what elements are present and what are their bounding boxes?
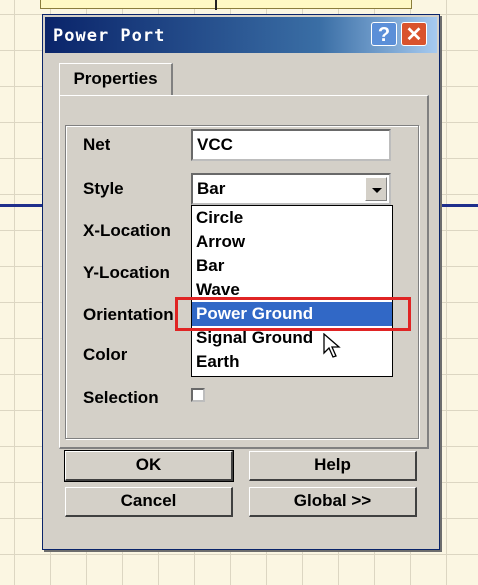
color-label: Color: [83, 345, 128, 364]
orientation-label: Orientation: [83, 305, 174, 324]
style-dropdown-list[interactable]: Circle Arrow Bar Wave Power Ground Signa…: [191, 205, 393, 377]
net-label: Net: [83, 135, 111, 154]
style-label: Style: [83, 179, 124, 198]
tab-properties[interactable]: Properties: [59, 63, 173, 95]
option-arrow[interactable]: Arrow: [192, 230, 392, 254]
option-bar[interactable]: Bar: [192, 254, 392, 278]
x-location-label: X-Location: [83, 221, 171, 240]
annotation-highlight-box: [175, 297, 411, 331]
cancel-button[interactable]: Cancel: [65, 487, 233, 517]
y-location-label: Y-Location: [83, 263, 170, 282]
global-button[interactable]: Global >>: [249, 487, 417, 517]
help-button[interactable]: Help: [249, 451, 417, 481]
chevron-down-icon[interactable]: [365, 177, 387, 201]
schematic-wire-right: [438, 204, 478, 207]
schematic-component: [40, 0, 412, 9]
title-bar[interactable]: Power Port ? ✕: [45, 17, 437, 53]
style-value: Bar: [197, 179, 226, 198]
net-field[interactable]: VCC: [191, 129, 391, 161]
ok-button[interactable]: OK: [64, 450, 234, 482]
help-icon[interactable]: ?: [371, 22, 397, 46]
selection-checkbox[interactable]: [191, 388, 205, 402]
style-combo[interactable]: Bar: [191, 173, 391, 205]
selection-label: Selection: [83, 388, 159, 407]
option-earth[interactable]: Earth: [192, 350, 392, 374]
schematic-wire-left: [0, 204, 44, 207]
mouse-cursor-icon: [323, 333, 341, 358]
close-icon[interactable]: ✕: [401, 22, 427, 46]
power-port-dialog: Power Port ? ✕ Properties Net VCC Style …: [42, 14, 440, 550]
dialog-title: Power Port: [53, 26, 166, 46]
schematic-pin: [215, 0, 217, 10]
option-circle[interactable]: Circle: [192, 206, 392, 230]
